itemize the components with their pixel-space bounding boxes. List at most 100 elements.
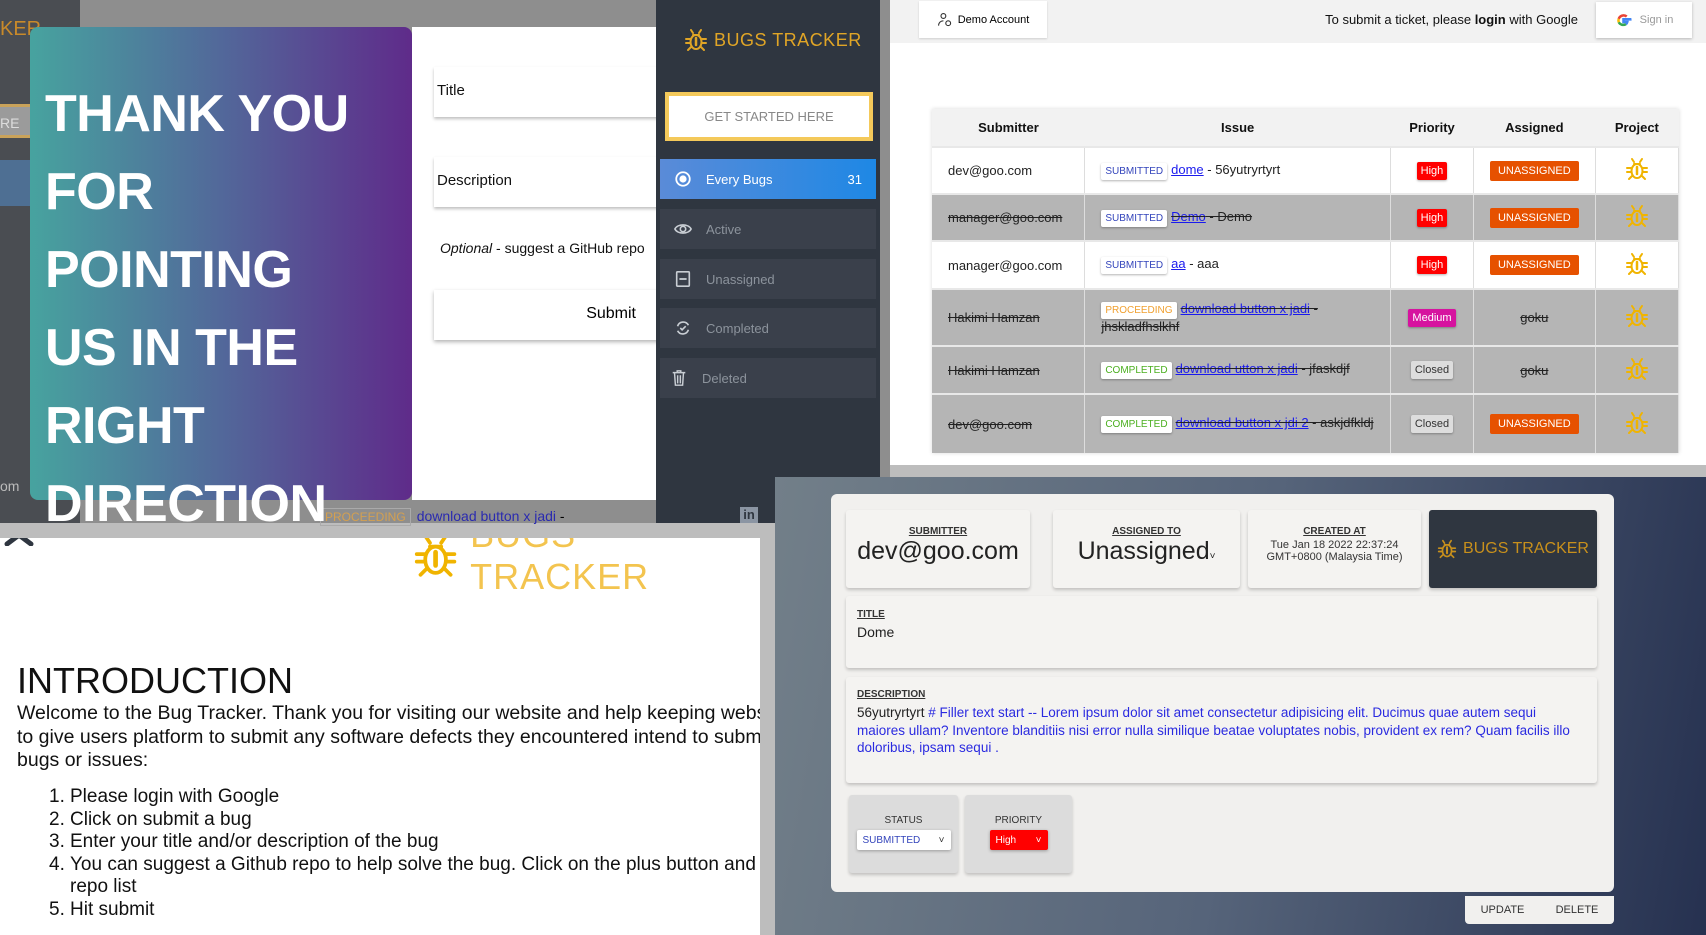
issue-link[interactable]: download button x jadi bbox=[417, 508, 556, 524]
google-sign-in-button[interactable]: Sign in bbox=[1596, 2, 1692, 38]
description-input[interactable]: Description bbox=[434, 157, 664, 207]
issue-link[interactable]: Demo bbox=[1171, 209, 1206, 224]
status-value: SUBMITTED bbox=[862, 834, 921, 846]
project-cell bbox=[1595, 288, 1680, 346]
issue-description: - Demo bbox=[1205, 208, 1253, 224]
submitter-cell: dev@goo.com bbox=[932, 393, 1086, 453]
brand-name: BUGS TRACKER bbox=[1463, 540, 1589, 557]
column-header[interactable]: Issue bbox=[1084, 109, 1391, 147]
column-header[interactable]: Project bbox=[1595, 109, 1679, 147]
created-timezone: GMT+0800 (Malaysia Time) bbox=[1266, 551, 1403, 563]
assigned-badge[interactable]: UNASSIGNED bbox=[1489, 255, 1579, 275]
step-text: Enter your title and/or description of t… bbox=[70, 831, 439, 852]
bug-detail-card: SUBMITTER dev@goo.com ASSIGNED TO Unassi… bbox=[831, 494, 1614, 892]
column-header[interactable]: Submitter bbox=[932, 109, 1085, 147]
list-item: 2. Click on submit a bug bbox=[49, 808, 252, 830]
issue-cell: SUBMITTED dome - 56yutryrtyrt bbox=[1084, 146, 1392, 194]
sidebar-item-every-bugs[interactable]: Every Bugs 31 bbox=[660, 159, 876, 199]
sidebar-item-deleted[interactable]: Deleted bbox=[660, 358, 876, 398]
column-header[interactable]: Priority bbox=[1390, 109, 1474, 147]
issue-link[interactable]: download button x jadi bbox=[1181, 301, 1310, 316]
get-started-button[interactable]: GET STARTED HERE bbox=[665, 92, 873, 141]
title-input[interactable]: Title bbox=[434, 67, 664, 117]
assigned-label: ASSIGNED TO bbox=[1112, 526, 1181, 537]
login-message-bold: login bbox=[1474, 12, 1506, 27]
created-date: Tue Jan 18 2022 22:37:24 bbox=[1270, 539, 1399, 551]
assigned-cell: goku bbox=[1473, 288, 1596, 346]
thank-you-banner: THANK YOU FOR POINTING US IN THE RIGHT D… bbox=[30, 27, 412, 533]
bug-icon[interactable] bbox=[1625, 204, 1649, 228]
sidebar-item-completed[interactable]: Completed bbox=[660, 308, 876, 348]
background-button-fragment: RE bbox=[0, 104, 30, 138]
column-header[interactable]: Assigned bbox=[1473, 109, 1596, 147]
priority-select[interactable]: High ˅ bbox=[989, 830, 1048, 850]
assignee: goku bbox=[1520, 362, 1549, 378]
status-badge: COMPLETED bbox=[1101, 416, 1172, 433]
issue-link[interactable]: dome bbox=[1171, 162, 1204, 177]
submitter-cell: manager@goo.com bbox=[932, 240, 1086, 289]
issue-link[interactable]: aa bbox=[1171, 256, 1185, 271]
status-select[interactable]: SUBMITTED ˅ bbox=[856, 830, 951, 850]
bug-icon[interactable] bbox=[1625, 357, 1649, 381]
description-link[interactable]: # Filler text start -- Lorem ipsum dolor… bbox=[857, 705, 1570, 755]
assigned-badge[interactable]: UNASSIGNED bbox=[1489, 207, 1579, 228]
assigned-value: Unassigned bbox=[1077, 537, 1210, 565]
submit-button[interactable]: Submit bbox=[434, 290, 664, 340]
brand-logo[interactable]: BUGS TRACKER bbox=[1429, 510, 1597, 588]
issue-link[interactable]: download button x jdi 2 bbox=[1176, 415, 1309, 430]
intro-paragraph: Welcome to the Bug Tracker. Thank you fo… bbox=[17, 702, 760, 771]
delete-button[interactable]: DELETE bbox=[1556, 904, 1599, 916]
bug-icon bbox=[413, 538, 458, 579]
bug-icon[interactable] bbox=[1625, 411, 1649, 435]
assigned-select[interactable]: Unassigned˅ bbox=[1053, 537, 1240, 566]
background-email-fragment: om bbox=[0, 478, 20, 494]
sidebar-item-active[interactable]: Active bbox=[660, 209, 876, 249]
priority-badge: High bbox=[1416, 208, 1448, 227]
linkedin-icon[interactable]: in bbox=[740, 507, 758, 523]
issue-link[interactable]: download utton x jadi bbox=[1176, 361, 1298, 376]
demo-account-button[interactable]: Demo Account bbox=[919, 1, 1047, 38]
thank-you-line: THANK YOU bbox=[45, 85, 349, 143]
table-row[interactable]: Hakimi Hamzan PROCEEDING download button x… bbox=[932, 288, 1680, 346]
page-title: INTRODUCTION bbox=[17, 660, 293, 701]
project-cell bbox=[1595, 240, 1680, 289]
assignee: goku bbox=[1520, 310, 1549, 325]
table-row[interactable]: Hakimi Hamzan COMPLETED download utton x j… bbox=[932, 345, 1680, 394]
step-text: You can suggest a Github repo to help so… bbox=[70, 853, 756, 898]
bug-icon[interactable] bbox=[1625, 304, 1649, 328]
assigned-cell: UNASSIGNED bbox=[1473, 146, 1596, 194]
thank-you-line: FOR POINTING bbox=[45, 163, 293, 299]
optional-repo-hint: Optional - suggest a GitHub repo bbox=[440, 240, 645, 256]
update-button[interactable]: UPDATE bbox=[1481, 904, 1525, 916]
demo-account-label: Demo Account bbox=[957, 13, 1030, 26]
sidebar: BUGS TRACKER GET STARTED HERE Every Bugs… bbox=[656, 0, 880, 523]
list-item: 4. You can suggest a Github repo to help … bbox=[49, 854, 759, 899]
submitter-cell: Hakimi Hamzan bbox=[932, 288, 1086, 346]
thank-you-line: US IN THE bbox=[45, 319, 298, 377]
login-message-text: with Google bbox=[1505, 12, 1578, 27]
action-bar: UPDATE DELETE bbox=[1465, 896, 1614, 924]
table-row[interactable]: manager@goo.com SUBMITTED Demo - Demo High U… bbox=[932, 193, 1680, 241]
bug-icon[interactable] bbox=[1625, 157, 1649, 181]
brand-logo[interactable]: BUGS TRACKER bbox=[684, 28, 862, 52]
description-value[interactable]: 56yutryrtyrt # Filler text start -- Lore… bbox=[857, 704, 1586, 757]
table-row[interactable]: dev@goo.com COMPLETED download button x jd… bbox=[932, 393, 1680, 453]
status-label: STATUS bbox=[884, 815, 923, 826]
title-value[interactable]: Dome bbox=[857, 624, 1586, 640]
project-cell bbox=[1595, 393, 1680, 453]
bug-count: 31 bbox=[847, 171, 862, 187]
bug-table: Submitter Issue Priority Assigned Projec… bbox=[932, 109, 1680, 453]
sidebar-item-label: Active bbox=[706, 221, 742, 237]
table-row[interactable]: dev@goo.com SUBMITTED dome - 56yutryrtyrt H… bbox=[932, 146, 1680, 194]
chevron-down-icon: ˅ bbox=[1209, 551, 1216, 562]
bug-icon[interactable] bbox=[1625, 252, 1649, 276]
brand-name: BUGS TRACKER bbox=[714, 29, 862, 50]
assigned-badge[interactable]: UNASSIGNED bbox=[1489, 414, 1579, 434]
assigned-cell: UNASSIGNED bbox=[1473, 240, 1596, 289]
assigned-badge[interactable]: UNASSIGNED bbox=[1489, 160, 1579, 181]
sidebar-item-unassigned[interactable]: Unassigned bbox=[660, 259, 876, 299]
assigned-cell: UNASSIGNED bbox=[1473, 193, 1596, 241]
chevron-up-icon[interactable] bbox=[4, 538, 34, 546]
refresh-check-icon bbox=[676, 321, 690, 335]
table-row[interactable]: manager@goo.com SUBMITTED aa - aaa High UNAS… bbox=[932, 240, 1680, 289]
